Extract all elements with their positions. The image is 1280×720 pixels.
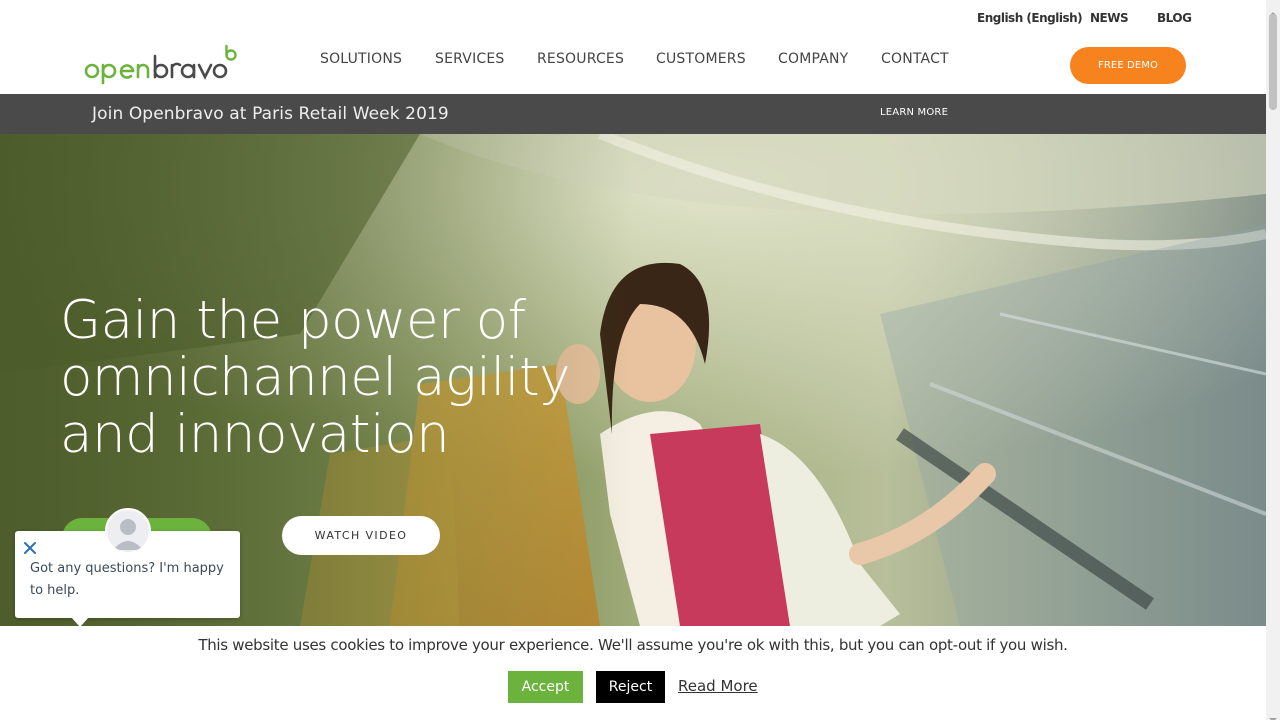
openbravo-logo[interactable] — [84, 44, 240, 86]
scrollbar-thumb[interactable] — [1269, 14, 1277, 110]
accept-cookies-button[interactable]: Accept — [508, 671, 583, 703]
nav-resources[interactable]: RESOURCES — [537, 51, 624, 67]
reject-cookies-button[interactable]: Reject — [596, 671, 665, 703]
news-link[interactable]: NEWS — [1090, 11, 1129, 25]
watch-video-button[interactable]: WATCH VIDEO — [282, 516, 440, 555]
hero-headline-line-1: Gain the power of — [60, 290, 526, 351]
announcement-bar: Join Openbravo at Paris Retail Week 2019… — [0, 94, 1266, 134]
hero-headline-line-2: omnichannel agility — [60, 347, 571, 408]
hero-headline: Gain the power of omnichannel agility an… — [60, 292, 620, 463]
announcement-text: Join Openbravo at Paris Retail Week 2019 — [92, 104, 449, 124]
nav-customers[interactable]: CUSTOMERS — [656, 51, 746, 67]
learn-more-link[interactable]: LEARN MORE — [880, 107, 948, 118]
blog-link[interactable]: BLOG — [1157, 11, 1192, 25]
agent-avatar — [105, 508, 151, 554]
language-selector[interactable]: English (English) — [977, 11, 1083, 25]
nav-services[interactable]: SERVICES — [435, 51, 505, 67]
read-more-link[interactable]: Read More — [678, 677, 758, 695]
close-icon[interactable] — [23, 540, 37, 554]
chat-message: Got any questions? I'm happy to help. — [30, 561, 224, 598]
cookie-banner: This website uses cookies to improve you… — [0, 626, 1266, 720]
utility-bar: English (English) NEWS BLOG — [0, 0, 1266, 38]
nav-contact[interactable]: CONTACT — [881, 51, 949, 67]
nav-solutions[interactable]: SOLUTIONS — [320, 51, 402, 67]
nav-company[interactable]: COMPANY — [778, 51, 848, 67]
cookie-message: This website uses cookies to improve you… — [198, 636, 1068, 654]
free-demo-button[interactable]: FREE DEMO — [1070, 47, 1186, 84]
hero-headline-line-3: and innovation — [60, 404, 450, 465]
page-scrollbar[interactable] — [1266, 0, 1280, 720]
scroll-down-arrow-icon[interactable] — [1269, 709, 1277, 720]
scroll-up-arrow-icon[interactable] — [1269, 3, 1277, 16]
